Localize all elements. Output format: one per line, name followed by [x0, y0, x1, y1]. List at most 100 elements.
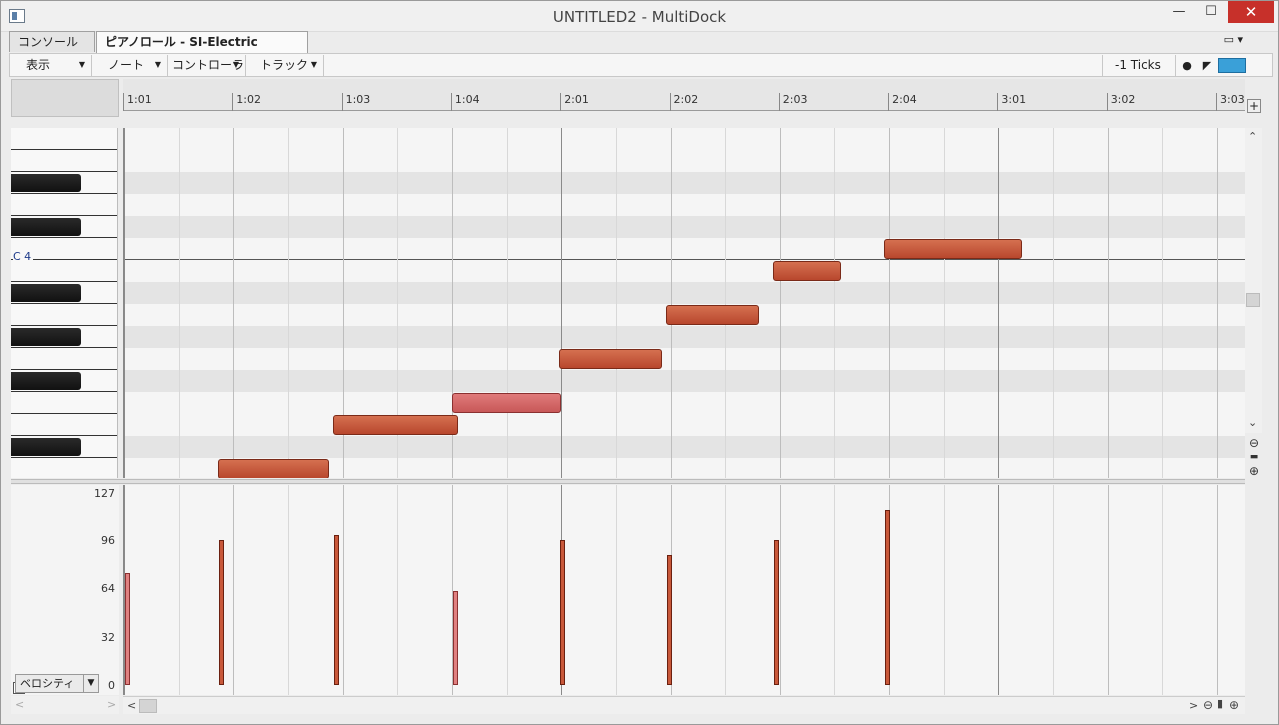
grid-line — [943, 485, 945, 695]
vertical-scroll-thumb[interactable] — [1246, 293, 1260, 307]
velocity-bar[interactable] — [333, 535, 339, 685]
tab-piano-roll[interactable]: ピアノロール - SI-Electric Piano 1 ✕ — [96, 31, 308, 70]
ruler-measure-label: 2:02 — [669, 93, 698, 111]
midi-note[interactable] — [332, 415, 459, 435]
chevron-down-icon: ▼ — [310, 60, 317, 69]
controller-lane-select[interactable]: ベロシティ ▼ — [15, 674, 99, 693]
midi-note[interactable] — [666, 305, 760, 325]
key-divider — [11, 325, 117, 326]
grid-line — [943, 128, 945, 478]
tool-icon[interactable]: ● — [1179, 58, 1195, 73]
black-key[interactable] — [11, 218, 81, 236]
grid-line — [178, 485, 180, 695]
close-window-button[interactable]: ✕ — [1228, 1, 1274, 23]
grid-line — [725, 485, 727, 695]
zoom-in-icon[interactable]: ⊕ — [1247, 464, 1261, 478]
velocity-tick-label: 96 — [101, 533, 115, 547]
menu-controller[interactable]: コントローラ ▼ — [168, 55, 246, 76]
grid-line — [1053, 128, 1055, 478]
velocity-scale: 127 96 64 32 0 — [11, 485, 119, 695]
horizontal-scroll-thumb[interactable] — [139, 699, 157, 713]
keyboard-hscroll: < > — [11, 696, 119, 714]
ruler-measure-label: 3:01 — [997, 93, 1026, 111]
black-key[interactable] — [11, 438, 81, 456]
zoom-slider-icon[interactable]: ▮ — [1217, 697, 1223, 710]
midi-note[interactable] — [883, 239, 1023, 259]
grid-line — [998, 128, 1000, 478]
midi-note[interactable] — [451, 393, 562, 413]
snap-ticks-field[interactable]: -1 Ticks — [1102, 55, 1176, 76]
pane-splitter[interactable] — [11, 479, 1245, 484]
piano-roll-grid[interactable] — [123, 128, 1245, 478]
add-icon[interactable]: + — [1247, 99, 1261, 113]
velocity-bar[interactable] — [452, 591, 458, 685]
piano-keyboard[interactable]: C 4 — [11, 128, 118, 478]
velocity-bar[interactable] — [125, 573, 130, 685]
velocity-bar[interactable] — [884, 509, 890, 685]
tab-menu-icon[interactable]: ▭ ▾ — [1224, 33, 1243, 46]
menu-note[interactable]: ノート ▼ — [92, 55, 168, 76]
black-key[interactable] — [11, 284, 81, 302]
zoom-out-icon[interactable]: ⊖ — [1203, 698, 1213, 712]
pitch-lane — [124, 370, 1245, 392]
grid-line — [1217, 485, 1218, 695]
pitch-lane — [124, 326, 1245, 348]
select-tool-icon[interactable]: ◤ — [1199, 58, 1215, 73]
scroll-down-icon[interactable]: ⌄ — [1248, 416, 1257, 429]
pitch-lane — [124, 282, 1245, 304]
vertical-scrollbar[interactable]: ⌃ ⌄ — [1245, 128, 1262, 433]
key-divider — [11, 457, 117, 458]
black-key[interactable] — [11, 372, 81, 390]
pitch-lane — [124, 150, 1245, 172]
zoom-out-icon[interactable]: ⊖ — [1247, 436, 1261, 450]
grid-line — [287, 128, 289, 478]
key-divider — [11, 237, 117, 238]
grid-line — [1107, 128, 1109, 478]
pitch-lane — [124, 392, 1245, 414]
title-bar[interactable]: UNTITLED2 - MultiDock — ☐ ✕ — [1, 1, 1278, 32]
velocity-lane[interactable] — [123, 485, 1245, 695]
chevron-down-icon: ▼ — [78, 60, 85, 69]
pitch-lane — [124, 194, 1245, 216]
grid-line — [1053, 485, 1055, 695]
grid-line — [834, 485, 836, 695]
scroll-right-icon[interactable]: > — [1189, 699, 1198, 712]
midi-note[interactable] — [217, 459, 330, 478]
midi-note[interactable] — [773, 261, 841, 281]
time-ruler[interactable]: 1:01 1:02 1:03 1:04 2:01 2:02 2:03 2:04 3:01 3:02… — [123, 79, 1245, 111]
velocity-bar[interactable] — [667, 554, 673, 685]
multidock-window: UNTITLED2 - MultiDock — ☐ ✕ コンソール ピアノロール… — [0, 0, 1279, 725]
maximize-button[interactable]: ☐ — [1196, 1, 1226, 23]
grid-line — [615, 485, 617, 695]
velocity-tick-label: 0 — [108, 679, 115, 692]
ruler-measure-label: 3:02 — [1106, 93, 1135, 111]
black-key[interactable] — [11, 174, 81, 192]
grid-snap-icon[interactable] — [1218, 58, 1246, 73]
tab-console[interactable]: コンソール — [9, 31, 95, 52]
grid-line — [1217, 128, 1218, 478]
key-divider — [11, 193, 117, 194]
menu-track[interactable]: トラック ▼ — [246, 55, 324, 76]
black-key[interactable] — [11, 328, 81, 346]
grid-line — [889, 128, 891, 478]
zoom-slider-icon[interactable]: ▬ — [1247, 450, 1261, 464]
ruler-measure-label: 2:01 — [560, 93, 589, 111]
minimize-button[interactable]: — — [1164, 1, 1194, 23]
scroll-left-icon[interactable]: < — [127, 699, 136, 712]
velocity-bar[interactable] — [218, 539, 224, 685]
grid-line — [779, 128, 781, 478]
zoom-in-icon[interactable]: ⊕ — [1229, 698, 1239, 712]
midi-note[interactable] — [559, 349, 662, 369]
velocity-tick-label: 32 — [101, 630, 115, 644]
grid-line — [233, 485, 235, 695]
scroll-up-icon[interactable]: ⌃ — [1248, 130, 1257, 143]
menu-view[interactable]: 表示 ▼ — [10, 55, 92, 76]
pitch-lane — [124, 216, 1245, 238]
horizontal-scrollbar[interactable]: < > ⊖ ▮ ⊕ — [123, 696, 1245, 714]
ruler-measure-label: 2:04 — [888, 93, 917, 111]
velocity-bar[interactable] — [774, 539, 780, 685]
velocity-bar[interactable] — [560, 539, 565, 685]
key-divider — [11, 413, 117, 414]
key-divider — [11, 149, 117, 150]
ruler-measure-label: 2:03 — [778, 93, 808, 111]
